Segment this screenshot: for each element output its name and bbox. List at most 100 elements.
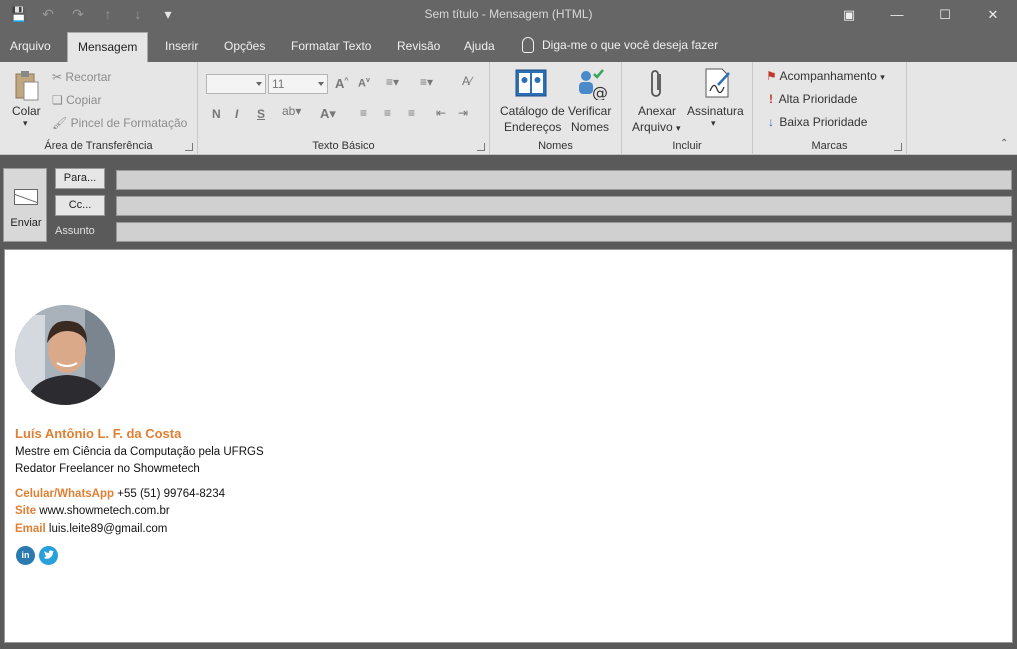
paste-button[interactable] xyxy=(14,70,40,102)
font-color-button[interactable]: A▾ xyxy=(320,106,336,122)
align-center-icon[interactable]: ≡ xyxy=(384,106,391,120)
highlight-icon[interactable]: ab▾ xyxy=(282,104,301,118)
follow-up-button[interactable]: ⚑ Acompanhamento ▾ xyxy=(766,69,885,83)
grow-font-icon[interactable]: A^ xyxy=(335,76,348,91)
to-button[interactable]: Para... xyxy=(55,168,105,189)
clipboard-icon xyxy=(15,71,39,101)
format-painter-button[interactable]: 🖌 Pincel de Formatação xyxy=(52,116,187,130)
subject-field[interactable] xyxy=(116,222,1012,242)
title-bar: 💾 ↶ ↷ ↑ ↓ ▾ Sem título - Mensagem (HTML)… xyxy=(0,0,1017,30)
cc-button[interactable]: Cc... xyxy=(55,195,105,216)
check-names-button[interactable]: @ xyxy=(576,68,608,103)
numbering-icon[interactable]: ≡▾ xyxy=(420,75,433,89)
underline-button[interactable]: S xyxy=(257,107,265,121)
attach-label-1[interactable]: Anexar xyxy=(638,104,676,118)
copy-button[interactable]: ❏ Copiar xyxy=(52,93,101,107)
tell-me-label: Diga-me o que você deseja fazer xyxy=(542,38,719,52)
maximize-button[interactable]: ☐ xyxy=(921,0,969,30)
address-book-button[interactable] xyxy=(514,68,548,101)
signature-button[interactable] xyxy=(702,67,732,102)
cut-label: Recortar xyxy=(65,70,112,84)
twitter-icon[interactable] xyxy=(39,546,58,565)
email-value[interactable]: luis.leite89@gmail.com xyxy=(49,523,167,535)
attach-label-2-text: Arquivo xyxy=(632,120,673,134)
copy-icon: ❏ xyxy=(52,93,63,107)
flag-icon: ⚑ xyxy=(766,69,777,83)
increase-indent-icon[interactable]: ⇥ xyxy=(458,106,468,120)
high-priority-label: Alta Prioridade xyxy=(778,92,858,106)
low-priority-button[interactable]: ↓ Baixa Prioridade xyxy=(766,115,867,129)
tab-mensagem[interactable]: Mensagem xyxy=(67,32,149,62)
tell-me-search[interactable]: Diga-me o que você deseja fazer xyxy=(522,37,718,53)
italic-button[interactable]: I xyxy=(235,107,238,121)
signature-email: Email luis.leite89@gmail.com xyxy=(15,523,167,535)
paste-dropdown-icon[interactable]: ▾ xyxy=(23,118,28,129)
signature-label[interactable]: Assinatura xyxy=(687,104,744,118)
signature-dropdown-icon[interactable]: ▾ xyxy=(711,118,716,129)
signature-site: Site www.showmetech.com.br xyxy=(15,505,170,517)
clipboard-launcher-icon[interactable] xyxy=(185,143,193,151)
group-clipboard: Colar ▾ ✂ Recortar ❏ Copiar 🖌 Pincel de … xyxy=(0,62,198,155)
subject-label: Assunto xyxy=(55,225,95,237)
scissors-icon: ✂ xyxy=(52,70,63,84)
ribbon-display-options-icon[interactable]: ▣ xyxy=(825,0,873,30)
basic-text-launcher-icon[interactable] xyxy=(477,143,485,151)
collapse-ribbon-icon[interactable]: ⌃ xyxy=(1000,138,1008,149)
high-priority-button[interactable]: ! Alta Prioridade xyxy=(766,92,857,106)
cc-field[interactable] xyxy=(116,196,1012,216)
decrease-indent-icon[interactable]: ⇤ xyxy=(436,106,446,120)
cut-button[interactable]: ✂ Recortar xyxy=(52,70,111,84)
check-names-label-2[interactable]: Nomes xyxy=(571,120,609,134)
signature-phone: Celular/WhatsApp +55 (51) 99764-8234 xyxy=(15,488,225,500)
site-value[interactable]: www.showmetech.com.br xyxy=(39,505,169,517)
profile-photo xyxy=(15,305,115,405)
group-label-tags: Marcas xyxy=(811,140,848,152)
font-name-combo[interactable] xyxy=(206,74,266,94)
group-label-basic-text: Texto Básico xyxy=(312,140,375,152)
font-size-combo[interactable]: 11 xyxy=(268,74,328,94)
group-include: Anexar Arquivo ▾ Assinatura ▾ Incluir xyxy=(622,62,753,155)
bold-button[interactable]: N xyxy=(212,107,221,121)
tab-inserir[interactable]: Inserir xyxy=(155,36,208,62)
address-book-icon xyxy=(515,69,547,97)
arrow-down-priority-icon: ↓ xyxy=(768,115,774,129)
close-button[interactable]: ✕ xyxy=(969,0,1017,30)
group-tags: ⚑ Acompanhamento ▾ ! Alta Prioridade ↓ B… xyxy=(753,62,907,155)
attach-dropdown-icon: ▾ xyxy=(676,123,681,133)
tab-arquivo[interactable]: Arquivo xyxy=(0,36,61,62)
address-book-label-2[interactable]: Endereços xyxy=(504,120,561,134)
align-right-icon[interactable]: ≡ xyxy=(408,106,415,120)
paintbrush-icon: 🖌 xyxy=(52,116,68,130)
ribbon: Colar ▾ ✂ Recortar ❏ Copiar 🖌 Pincel de … xyxy=(0,62,1017,155)
font-size-value: 11 xyxy=(272,77,285,91)
tags-launcher-icon[interactable] xyxy=(894,143,902,151)
tab-revisao[interactable]: Revisão xyxy=(387,36,450,62)
follow-up-label: Acompanhamento xyxy=(779,69,877,83)
linkedin-icon[interactable]: in xyxy=(16,546,35,565)
signature-line-1: Mestre em Ciência da Computação pela UFR… xyxy=(15,446,264,458)
clear-formatting-icon[interactable]: A∕ xyxy=(462,74,472,88)
tab-formatar-texto[interactable]: Formatar Texto xyxy=(281,36,381,62)
shrink-font-icon[interactable]: Av xyxy=(358,77,370,90)
align-left-icon[interactable]: ≡ xyxy=(360,106,367,120)
copy-label: Copiar xyxy=(66,93,102,107)
message-body[interactable]: Luís Antônio L. F. da Costa Mestre em Ci… xyxy=(4,249,1013,643)
to-field[interactable] xyxy=(116,170,1012,190)
send-label: Enviar xyxy=(10,217,42,229)
bullets-icon[interactable]: ≡▾ xyxy=(386,75,399,89)
minimize-button[interactable]: — xyxy=(873,0,921,30)
attach-file-button[interactable] xyxy=(648,68,666,103)
phone-value: +55 (51) 99764-8234 xyxy=(117,488,225,500)
address-book-label-1[interactable]: Catálogo de xyxy=(500,104,565,118)
exclamation-icon: ! xyxy=(769,92,773,106)
paste-label[interactable]: Colar xyxy=(12,104,41,118)
attach-label-2[interactable]: Arquivo ▾ xyxy=(632,120,681,134)
check-names-label-1[interactable]: Verificar xyxy=(568,104,611,118)
send-button[interactable]: Enviar xyxy=(3,168,47,242)
group-label-clipboard: Área de Transferência xyxy=(44,140,153,152)
tab-ajuda[interactable]: Ajuda xyxy=(454,36,505,62)
tab-opcoes[interactable]: Opções xyxy=(214,36,275,62)
signature-name: Luís Antônio L. F. da Costa xyxy=(15,426,182,441)
svg-text:@: @ xyxy=(592,83,608,100)
window-controls: ▣ — ☐ ✕ xyxy=(825,0,1017,30)
